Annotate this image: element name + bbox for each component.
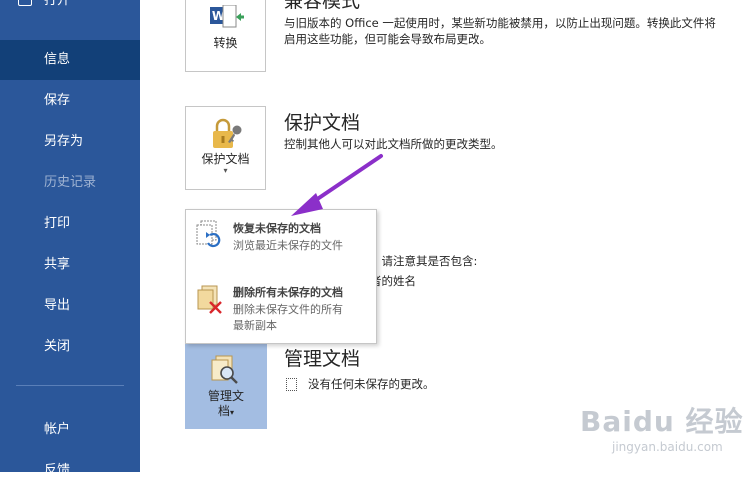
manage-title: 管理文档	[284, 348, 361, 370]
nav-open-label: 打开	[44, 0, 71, 8]
convert-button[interactable]: W 转换	[185, 0, 266, 72]
word-convert-icon: W	[210, 5, 244, 28]
recover-unsaved-menu-item[interactable]: 恢复未保存的文档 浏览最近未保存的文件	[186, 210, 376, 272]
nav-info-label: 信息	[44, 52, 71, 67]
nav-divider	[16, 385, 124, 386]
convert-button-label: 转换	[213, 36, 238, 50]
nav-export[interactable]: 导出	[0, 286, 140, 326]
nav-history[interactable]: 历史记录	[0, 163, 140, 203]
delete-unsaved-desc-line2: 最新副本	[233, 319, 277, 332]
nav-account-label: 帐户	[44, 422, 71, 437]
chevron-down-icon: ▾	[223, 166, 228, 175]
delete-unsaved-menu-item[interactable]: 删除所有未保存的文档 删除未保存文件的所有 最新副本	[186, 274, 376, 344]
baidu-watermark-brand: Baidu 经验	[580, 405, 744, 438]
delete-documents-icon	[197, 285, 222, 314]
nav-history-label: 历史记录	[44, 175, 97, 190]
document-small-icon	[286, 378, 297, 391]
nav-open[interactable]: 打开	[0, 0, 140, 16]
compat-desc-line2: 启用这些功能，但可能会导致布局更改。	[284, 32, 491, 46]
open-icon	[18, 0, 32, 6]
nav-save[interactable]: 保存	[0, 81, 140, 121]
delete-unsaved-desc-line1: 删除未保存文件的所有	[233, 303, 343, 316]
recover-unsaved-desc: 浏览最近未保存的文件	[233, 239, 343, 252]
manage-document-button[interactable]: 管理文 档▾	[185, 336, 267, 429]
protect-desc: 控制其他人可以对此文档所做的更改类型。	[284, 137, 503, 151]
protect-title: 保护文档	[284, 112, 361, 134]
nav-save-as[interactable]: 另存为	[0, 122, 140, 162]
recover-unsaved-title: 恢复未保存的文档	[233, 222, 321, 235]
nav-save-as-label: 另存为	[44, 134, 84, 149]
backstage-sidebar: 打开 信息 保存 另存为 历史记录 打印 共享 导出 关闭 帐户 反馈	[0, 0, 140, 478]
manage-desc: 没有任何未保存的更改。	[308, 377, 435, 391]
nav-close[interactable]: 关闭	[0, 327, 140, 367]
nav-feedback[interactable]: 反馈	[0, 451, 140, 491]
recover-document-icon	[196, 220, 221, 248]
manage-document-icon	[211, 355, 238, 384]
nav-feedback-label: 反馈	[44, 463, 71, 478]
nav-account[interactable]: 帐户	[0, 410, 140, 450]
baidu-watermark-url: jingyan.baidu.com	[612, 440, 723, 454]
lock-key-icon	[213, 118, 242, 148]
nav-save-label: 保存	[44, 93, 71, 108]
nav-export-label: 导出	[44, 298, 71, 313]
nav-print[interactable]: 打印	[0, 204, 140, 244]
nav-info[interactable]: 信息	[0, 40, 140, 80]
inspect-desc-partial: ，请注意其是否包含:	[370, 254, 478, 268]
compat-title: 兼容模式	[284, 0, 361, 12]
manage-document-label-line2: 档	[217, 404, 230, 418]
protect-document-button[interactable]: 保护文档 ▾	[185, 106, 266, 190]
nav-share[interactable]: 共享	[0, 245, 140, 285]
delete-unsaved-title: 删除所有未保存的文档	[233, 286, 343, 299]
nav-close-label: 关闭	[44, 339, 71, 354]
protect-document-label: 保护文档	[201, 152, 250, 166]
manage-versions-menu: 恢复未保存的文档 浏览最近未保存的文件 删除所有未保存的文档 删除未保存文件的所…	[185, 209, 377, 344]
nav-share-label: 共享	[44, 257, 71, 272]
chevron-down-icon: ▾	[230, 408, 235, 417]
compat-desc-line1: 与旧版本的 Office 一起使用时，某些新功能被禁用，以防止出现问题。转换此文…	[284, 16, 716, 30]
nav-print-label: 打印	[44, 216, 71, 231]
